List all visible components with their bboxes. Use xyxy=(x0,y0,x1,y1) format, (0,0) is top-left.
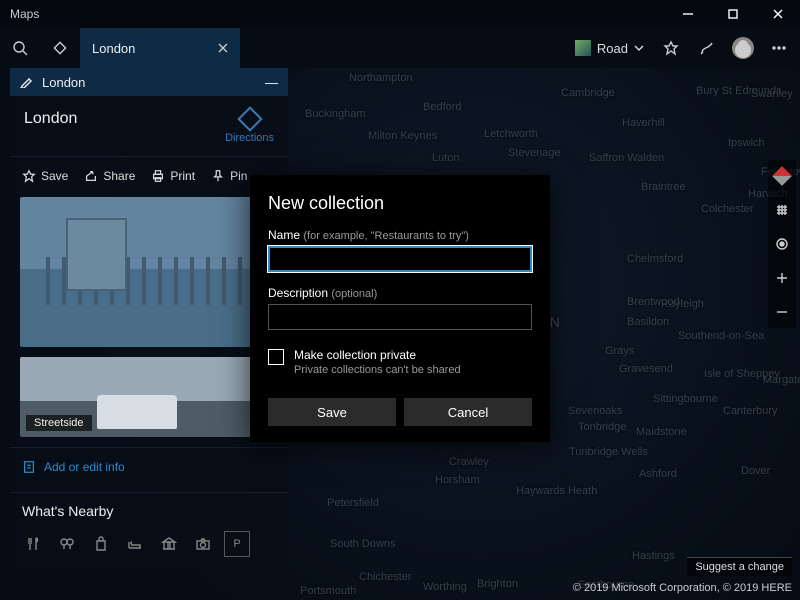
app-title: Maps xyxy=(10,7,39,21)
collection-name-input[interactable] xyxy=(268,246,532,272)
directions-diamond-icon xyxy=(237,106,262,131)
description-hint: (optional) xyxy=(331,288,377,300)
nearby-photo-icon[interactable] xyxy=(190,531,216,557)
search-tab[interactable]: London xyxy=(80,28,240,68)
map-view-selector[interactable]: Road xyxy=(569,36,650,60)
description-label: Description (optional) xyxy=(268,286,532,300)
maximize-button[interactable] xyxy=(710,0,755,28)
tilt-button[interactable] xyxy=(772,200,792,220)
tab-label: London xyxy=(92,41,135,56)
nearby-banks-icon[interactable] xyxy=(156,531,182,557)
directions-icon[interactable] xyxy=(40,40,80,56)
compass-button[interactable] xyxy=(772,166,792,186)
pin-action[interactable]: Pin xyxy=(205,165,253,187)
suggest-change-button[interactable]: Suggest a change xyxy=(687,557,792,576)
nearby-categories: P xyxy=(10,525,288,571)
name-hint: (for example, "Restaurants to try") xyxy=(303,230,469,242)
cancel-button[interactable]: Cancel xyxy=(404,398,532,426)
new-collection-dialog: New collection Name (for example, "Resta… xyxy=(250,175,550,442)
make-private-label: Make collection private xyxy=(294,348,461,362)
ink-icon[interactable] xyxy=(692,33,722,63)
panel-minimize-icon[interactable]: — xyxy=(265,75,278,90)
make-private-checkbox[interactable] xyxy=(268,349,284,365)
account-avatar[interactable] xyxy=(728,33,758,63)
map-control-rail xyxy=(768,160,796,328)
nearby-heading: What's Nearby xyxy=(10,497,288,525)
favorites-icon[interactable] xyxy=(656,33,686,63)
map-view-label: Road xyxy=(597,41,628,56)
name-label: Name (for example, "Restaurants to try") xyxy=(268,228,532,242)
location-panel: London — London Directions Save Share Pr… xyxy=(10,68,288,571)
directions-button[interactable]: Directions xyxy=(225,110,274,144)
nearby-shopping-icon[interactable] xyxy=(88,531,114,557)
nearby-parking-icon[interactable]: P xyxy=(224,531,250,557)
location-photo[interactable] xyxy=(20,197,278,347)
map-view-icon xyxy=(575,40,591,56)
nearby-hotels-icon[interactable] xyxy=(122,531,148,557)
search-icon[interactable] xyxy=(0,40,40,56)
map-attribution: © 2019 Microsoft Corporation, © 2019 HER… xyxy=(573,582,792,594)
streetside-photo[interactable]: Streetside xyxy=(20,357,278,437)
make-private-sub: Private collections can't be shared xyxy=(294,364,461,376)
save-button[interactable]: Save xyxy=(268,398,396,426)
panel-header-text: London xyxy=(42,75,85,90)
tab-close-icon[interactable] xyxy=(218,41,228,56)
minimize-button[interactable] xyxy=(665,0,710,28)
add-edit-info-link[interactable]: Add or edit info xyxy=(10,452,288,488)
share-action[interactable]: Share xyxy=(78,165,141,187)
streetside-badge: Streetside xyxy=(26,415,92,431)
locate-me-button[interactable] xyxy=(772,234,792,254)
collection-description-input[interactable] xyxy=(268,304,532,330)
print-action[interactable]: Print xyxy=(145,165,201,187)
panel-actions: Save Share Print Pin xyxy=(10,161,288,191)
titlebar: Maps xyxy=(0,0,800,28)
dialog-title: New collection xyxy=(268,193,532,214)
nearby-restaurants-icon[interactable] xyxy=(20,531,46,557)
close-button[interactable] xyxy=(755,0,800,28)
chevron-down-icon xyxy=(634,43,644,53)
zoom-in-button[interactable] xyxy=(772,268,792,288)
more-icon[interactable] xyxy=(764,33,794,63)
save-action[interactable]: Save xyxy=(16,165,74,187)
panel-title: London xyxy=(24,110,77,144)
panel-header[interactable]: London — xyxy=(10,68,288,96)
zoom-out-button[interactable] xyxy=(772,302,792,322)
nearby-attractions-icon[interactable] xyxy=(54,531,80,557)
main-toolbar: London Road xyxy=(0,28,800,68)
edit-icon xyxy=(20,76,32,88)
directions-label: Directions xyxy=(225,132,274,144)
